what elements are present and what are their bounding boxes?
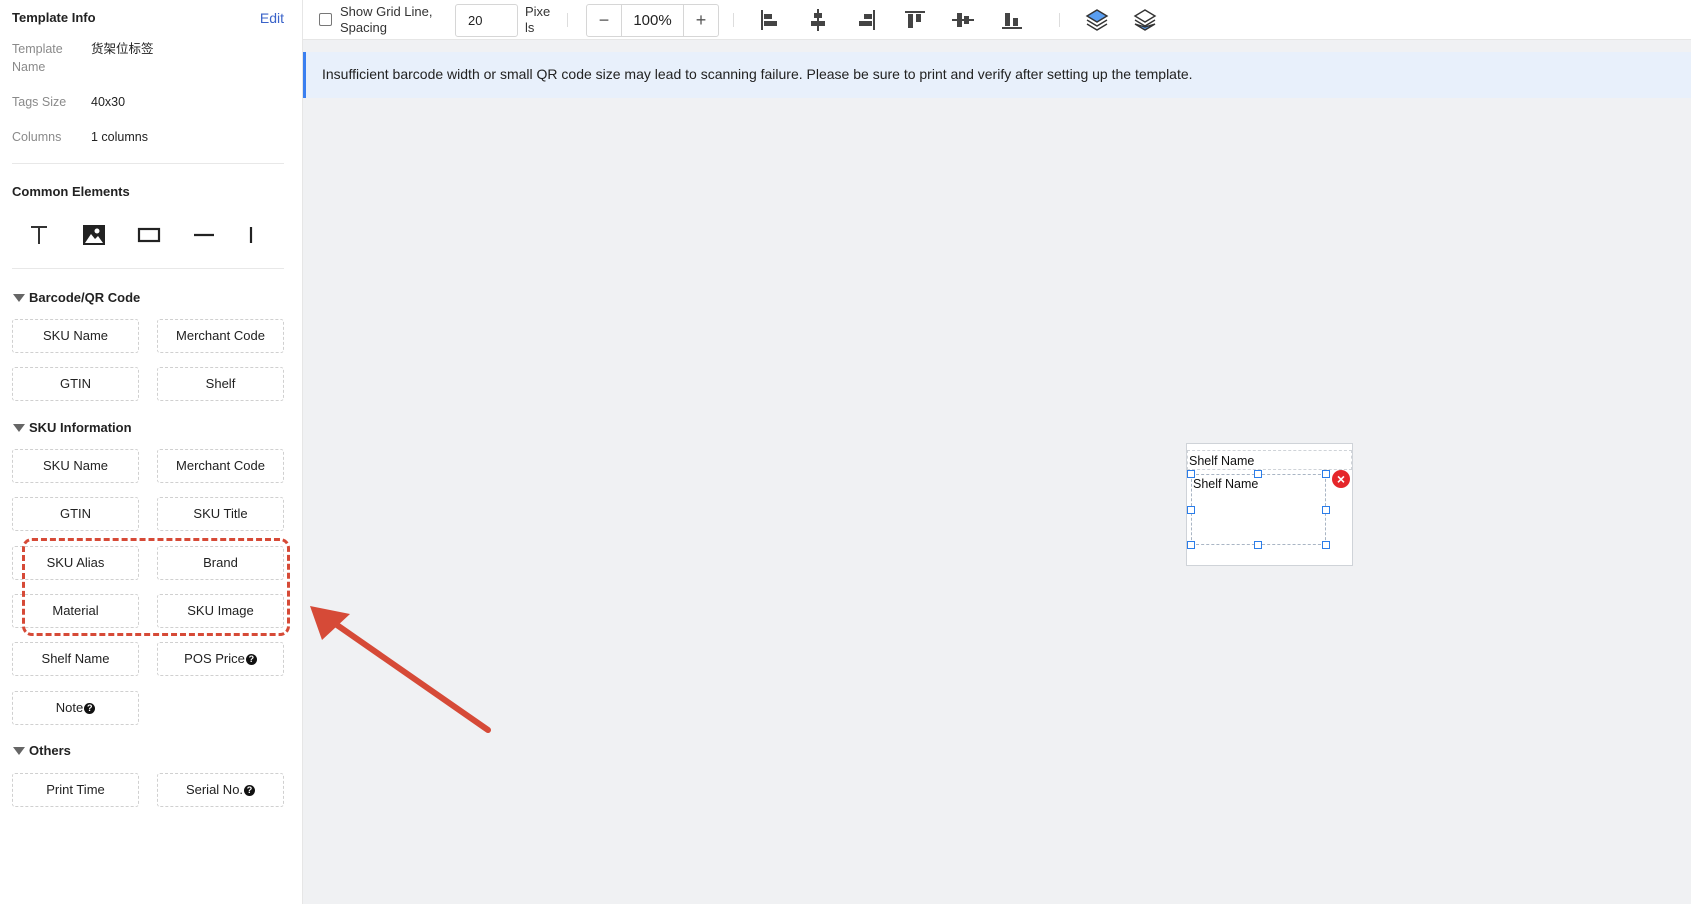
- caret-down-icon: [13, 747, 25, 755]
- tags-size-label: Tags Size: [12, 95, 67, 109]
- vertical-line-icon: [249, 227, 253, 243]
- resize-handle-bottom[interactable]: [1254, 541, 1262, 549]
- barcode-section-toggle[interactable]: Barcode/QR Code: [12, 289, 212, 307]
- barcode-merchant-code-chip[interactable]: Merchant Code: [157, 319, 284, 353]
- pos-price-label: POS Price: [184, 651, 245, 666]
- template-info-header: Template Info Edit: [12, 8, 284, 28]
- template-name-label: Template Name: [12, 42, 63, 74]
- sku-section-toggle[interactable]: SKU Information: [12, 419, 212, 437]
- template-name-row: Template Name 货架位标签: [12, 40, 284, 76]
- rectangle-icon: [137, 227, 161, 243]
- barcode-sku-name-chip[interactable]: SKU Name: [12, 319, 139, 353]
- zoom-in-button[interactable]: +: [684, 5, 718, 36]
- print-time-chip[interactable]: Print Time: [12, 773, 139, 807]
- barcode-shelf-chip[interactable]: Shelf: [157, 367, 284, 401]
- caret-down-icon: [13, 294, 25, 302]
- image-icon: [83, 225, 105, 245]
- others-section-title: Others: [29, 743, 71, 758]
- left-sidebar: Template Info Edit Template Name 货架位标签 T…: [0, 0, 303, 904]
- show-grid-label: Show Grid Line, Spacing: [340, 4, 433, 35]
- note-label: Note: [55, 700, 84, 715]
- columns-label: Columns: [12, 130, 62, 144]
- resize-handle-bottom-right[interactable]: [1322, 541, 1330, 549]
- others-section-toggle[interactable]: Others: [12, 742, 212, 760]
- resize-handle-top[interactable]: [1254, 470, 1262, 478]
- gtin-chip[interactable]: GTIN: [12, 497, 139, 531]
- sku-alias-chip[interactable]: SKU Alias: [12, 546, 139, 580]
- tags-size-value: 40x30: [91, 95, 126, 109]
- image-tool[interactable]: [76, 220, 110, 250]
- caret-down-icon: [13, 424, 25, 432]
- common-elements-title: Common Elements: [12, 184, 130, 199]
- sku-section-title: SKU Information: [29, 420, 132, 435]
- warning-banner: Insufficient barcode width or small QR c…: [303, 52, 1691, 98]
- sku-title-chip[interactable]: SKU Title: [157, 497, 284, 531]
- shelf-name-chip[interactable]: Shelf Name: [12, 642, 139, 676]
- toolbar-separator: [567, 13, 568, 27]
- serial-no-chip[interactable]: Serial No.?: [157, 773, 284, 807]
- warning-banner-text: Insufficient barcode width or small QR c…: [322, 66, 1193, 82]
- horizontal-line-tool[interactable]: [186, 220, 220, 250]
- text-icon: [31, 226, 47, 244]
- layer-up-icon[interactable]: [1084, 7, 1110, 33]
- delete-element-button[interactable]: ×: [1332, 470, 1350, 488]
- toolbar-separator: [733, 13, 734, 27]
- barcode-section-title: Barcode/QR Code: [29, 290, 141, 305]
- resize-handle-top-right[interactable]: [1322, 470, 1330, 478]
- toolbar-separator: [1059, 13, 1060, 27]
- align-right-icon[interactable]: [853, 7, 879, 33]
- help-icon[interactable]: ?: [244, 785, 256, 796]
- sku-image-chip[interactable]: SKU Image: [157, 594, 284, 628]
- align-left-icon[interactable]: [757, 7, 783, 33]
- tags-size-row: Tags Size 40x30: [12, 93, 284, 111]
- sku-name-chip[interactable]: SKU Name: [12, 449, 139, 483]
- divider: [12, 163, 284, 164]
- selected-element[interactable]: Shelf Name: [1191, 474, 1326, 545]
- help-icon[interactable]: ?: [84, 703, 96, 714]
- help-icon[interactable]: ?: [245, 654, 257, 665]
- top-toolbar: Show Grid Line, Spacing 20 Pixe ls − 100…: [303, 0, 1691, 40]
- columns-value: 1 columns: [91, 130, 148, 144]
- serial-no-label: Serial No.: [185, 782, 244, 797]
- resize-handle-right[interactable]: [1322, 506, 1330, 514]
- horizontal-line-icon: [194, 233, 214, 237]
- align-bottom-icon[interactable]: [999, 7, 1025, 33]
- pixels-unit-label: Pixe ls: [525, 4, 551, 35]
- resize-handle-bottom-left[interactable]: [1187, 541, 1195, 549]
- merchant-code-chip[interactable]: Merchant Code: [157, 449, 284, 483]
- vertical-line-tool[interactable]: [240, 220, 274, 250]
- align-top-icon[interactable]: [902, 7, 928, 33]
- zoom-control: − 100% +: [586, 4, 719, 37]
- divider: [12, 268, 284, 269]
- layer-down-icon[interactable]: [1132, 7, 1158, 33]
- brand-chip[interactable]: Brand: [157, 546, 284, 580]
- align-center-horizontal-icon[interactable]: [805, 7, 831, 33]
- pos-price-chip[interactable]: POS Price?: [157, 642, 284, 676]
- label-canvas[interactable]: Shelf Name Shelf Name ×: [1186, 443, 1353, 566]
- template-info-title: Template Info: [12, 10, 96, 25]
- grid-spacing-input[interactable]: 20: [455, 4, 518, 37]
- rectangle-tool[interactable]: [131, 220, 165, 250]
- resize-handle-left[interactable]: [1187, 506, 1195, 514]
- barcode-gtin-chip[interactable]: GTIN: [12, 367, 139, 401]
- zoom-value: 100%: [621, 5, 684, 36]
- edit-template-button[interactable]: Edit: [260, 10, 284, 26]
- show-grid-checkbox[interactable]: [319, 13, 332, 26]
- zoom-out-button[interactable]: −: [587, 5, 621, 36]
- columns-row: Columns 1 columns: [12, 128, 284, 146]
- canvas-shelf-name-field[interactable]: Shelf Name: [1187, 450, 1352, 470]
- resize-handle-top-left[interactable]: [1187, 470, 1195, 478]
- material-chip[interactable]: Material: [12, 594, 139, 628]
- text-tool[interactable]: [22, 220, 56, 250]
- align-middle-vertical-icon[interactable]: [950, 7, 976, 33]
- selected-element-text: Shelf Name: [1193, 477, 1259, 491]
- note-chip[interactable]: Note?: [12, 691, 139, 725]
- arrow-annotation-icon: [310, 606, 491, 733]
- template-name-value: 货架位标签: [91, 42, 154, 56]
